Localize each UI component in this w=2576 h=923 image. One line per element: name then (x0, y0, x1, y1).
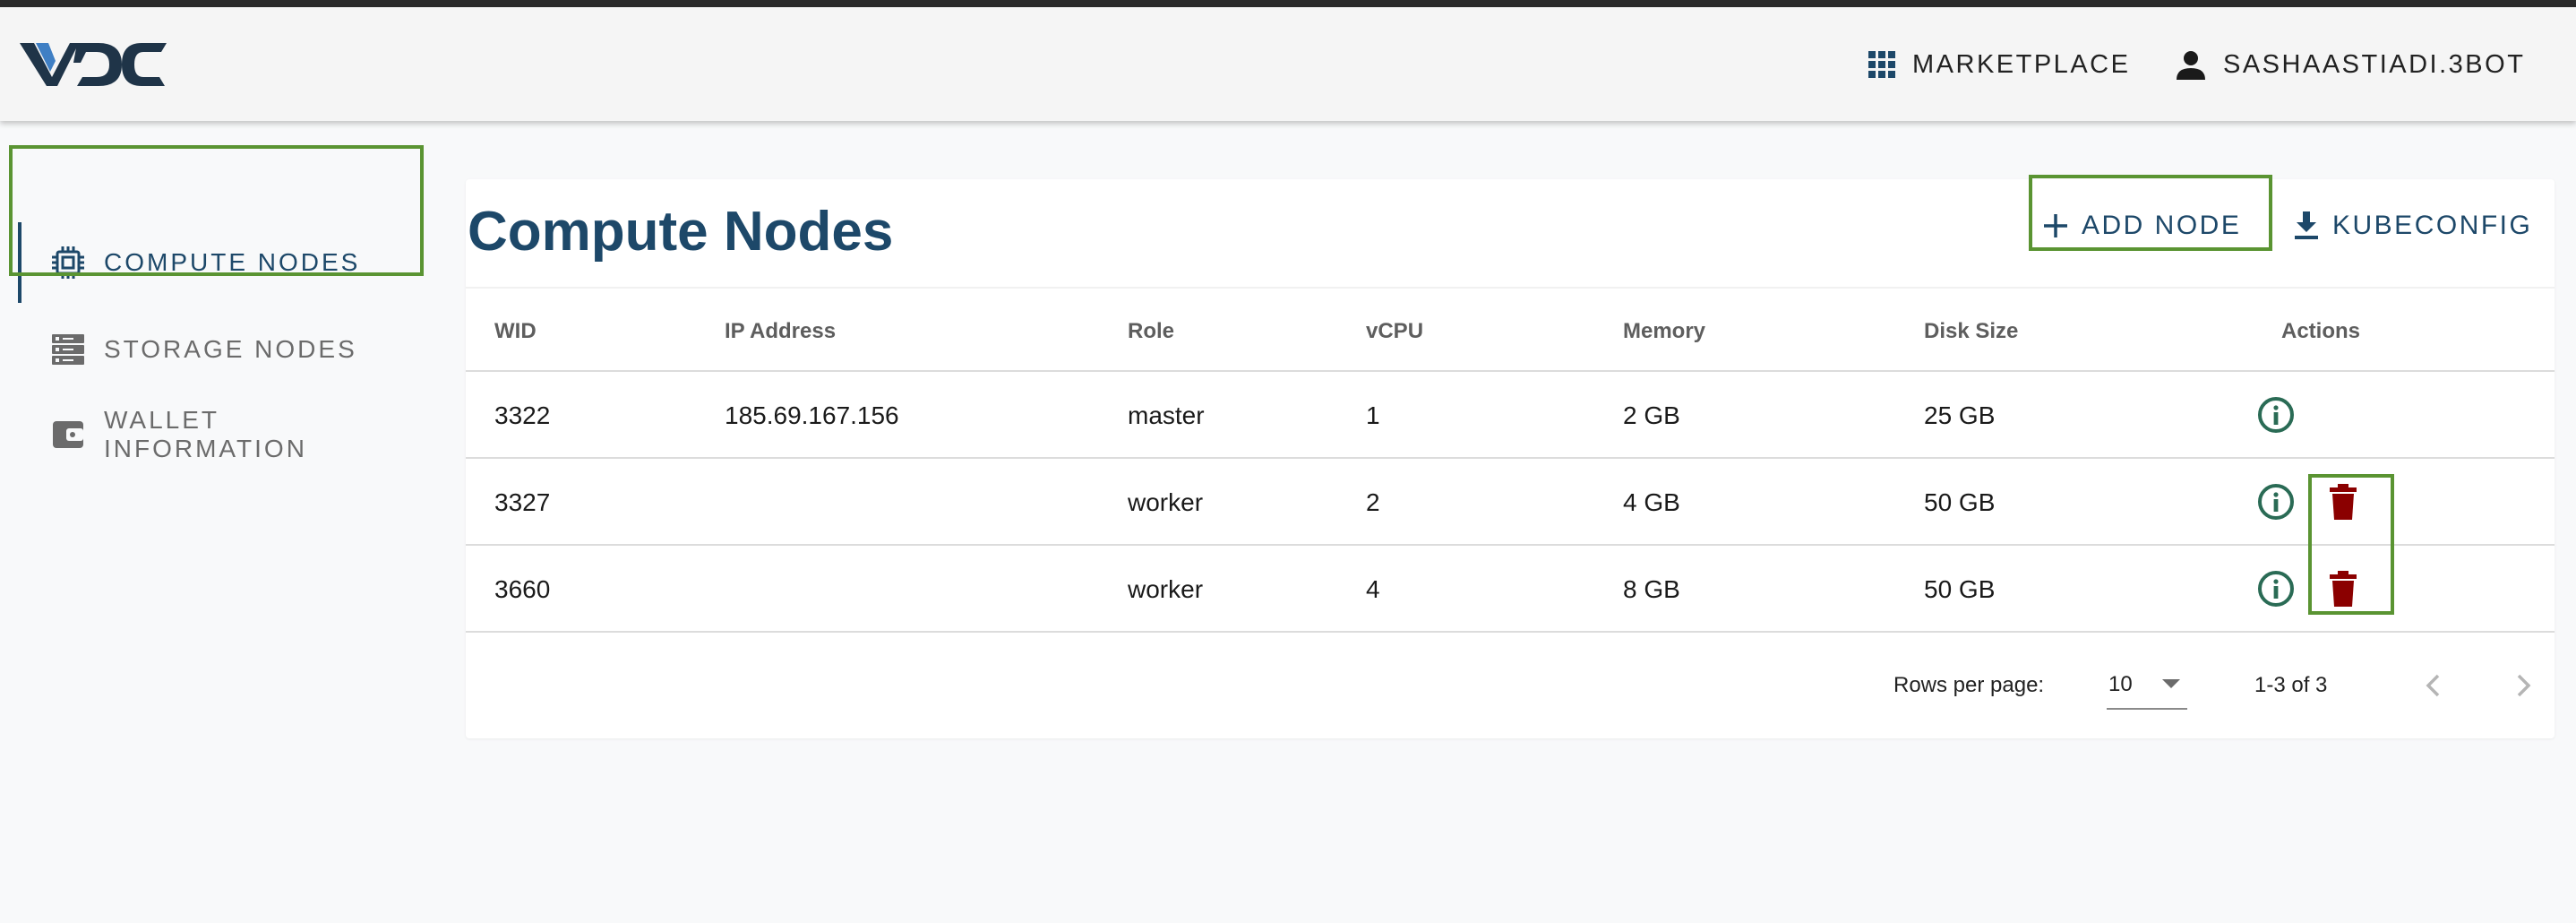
sidebar-item-compute-nodes[interactable]: COMPUTE NODES (18, 222, 430, 303)
cell-role: worker (1128, 575, 1204, 603)
info-icon[interactable] (2257, 483, 2295, 521)
table-row: 3660 worker 4 8 GB 50 GB (466, 546, 2555, 633)
sidebar-item-label: COMPUTE NODES (104, 248, 361, 276)
cell-disk-size: 25 GB (1924, 401, 1996, 429)
window-top-strip (0, 0, 2576, 7)
sidebar-item-wallet-information[interactable]: WALLET INFORMATION (18, 394, 430, 475)
cell-memory: 8 GB (1623, 575, 1680, 603)
sidebar-item-label: STORAGE NODES (104, 335, 357, 363)
cell-role: worker (1128, 488, 1204, 516)
cell-memory: 4 GB (1623, 488, 1680, 516)
cell-role: master (1128, 401, 1205, 429)
vdc-logo[interactable] (16, 36, 170, 91)
rows-per-page-label: Rows per page: (1893, 673, 2045, 697)
info-icon[interactable] (2257, 396, 2295, 434)
kubeconfig-button[interactable]: KUBECONFIG (2293, 199, 2532, 253)
cell-wid: 3660 (494, 575, 551, 603)
page-title: Compute Nodes (468, 201, 894, 263)
column-header-ip-address[interactable]: IP Address (725, 289, 836, 374)
wallet-icon (53, 421, 83, 448)
server-icon (52, 334, 84, 365)
column-header-vcpu[interactable]: vCPU (1366, 289, 1423, 374)
user-account-button[interactable]: SASHAASTIADI.3BOT (2175, 38, 2525, 91)
marketplace-button[interactable]: MARKETPLACE (1868, 38, 2130, 91)
app-bar: MARKETPLACE SASHAASTIADI.3BOT (0, 7, 2576, 121)
plus-icon (2044, 214, 2067, 237)
kubeconfig-label: KUBECONFIG (2332, 211, 2533, 240)
sidebar-item-label: WALLET INFORMATION (104, 406, 307, 462)
column-header-wid[interactable]: WID (494, 289, 537, 374)
cell-vcpu: 4 (1366, 575, 1380, 603)
rows-per-page-select[interactable]: 10 (2107, 660, 2187, 710)
compute-nodes-panel: Compute Nodes ADD NODE KUBECONFIG WID IP… (466, 179, 2555, 738)
pagination-range: 1-3 of 3 (2254, 673, 2328, 697)
chevron-right-icon[interactable] (2504, 667, 2542, 704)
column-header-actions: Actions (2281, 319, 2361, 343)
cell-disk-size: 50 GB (1924, 488, 1996, 516)
trash-icon[interactable] (2329, 483, 2357, 521)
caret-down-icon (2162, 679, 2180, 688)
cell-disk-size: 50 GB (1924, 575, 1996, 603)
column-header-disk-size[interactable]: Disk Size (1924, 289, 2018, 374)
rows-per-page-value: 10 (2108, 672, 2133, 696)
table-pagination: Rows per page: 10 1-3 of 3 (466, 633, 2555, 738)
column-header-role[interactable]: Role (1128, 289, 1174, 374)
table-row: 3327 worker 2 4 GB 50 GB (466, 459, 2555, 546)
user-name-label: SASHAASTIADI.3BOT (2223, 49, 2526, 79)
chip-icon (52, 246, 84, 279)
vdc-logo-mark (20, 43, 167, 86)
download-icon (2295, 211, 2318, 239)
sidebar: COMPUTE NODES STORAGE NODES WALLET INFOR… (0, 121, 448, 923)
cell-vcpu: 2 (1366, 488, 1380, 516)
table-header-row: WID IP Address Role vCPU Memory Disk Siz… (466, 287, 2555, 372)
cell-vcpu: 1 (1366, 401, 1380, 429)
table-row: 3322 185.69.167.156 master 1 2 GB 25 GB (466, 372, 2555, 459)
person-icon (2177, 51, 2205, 80)
nodes-table: WID IP Address Role vCPU Memory Disk Siz… (466, 287, 2555, 633)
cell-ip-address: 185.69.167.156 (725, 401, 899, 429)
chevron-left-icon[interactable] (2415, 667, 2452, 704)
add-node-button[interactable]: ADD NODE (2042, 199, 2241, 253)
cell-wid: 3322 (494, 401, 551, 429)
apps-grid-icon (1868, 51, 1895, 78)
sidebar-item-storage-nodes[interactable]: STORAGE NODES (18, 309, 430, 390)
trash-icon[interactable] (2329, 570, 2357, 608)
column-header-memory[interactable]: Memory (1623, 289, 1705, 374)
marketplace-label: MARKETPLACE (1912, 49, 2131, 79)
info-icon[interactable] (2257, 570, 2295, 608)
add-node-label: ADD NODE (2082, 211, 2242, 240)
cell-wid: 3327 (494, 488, 551, 516)
cell-memory: 2 GB (1623, 401, 1680, 429)
